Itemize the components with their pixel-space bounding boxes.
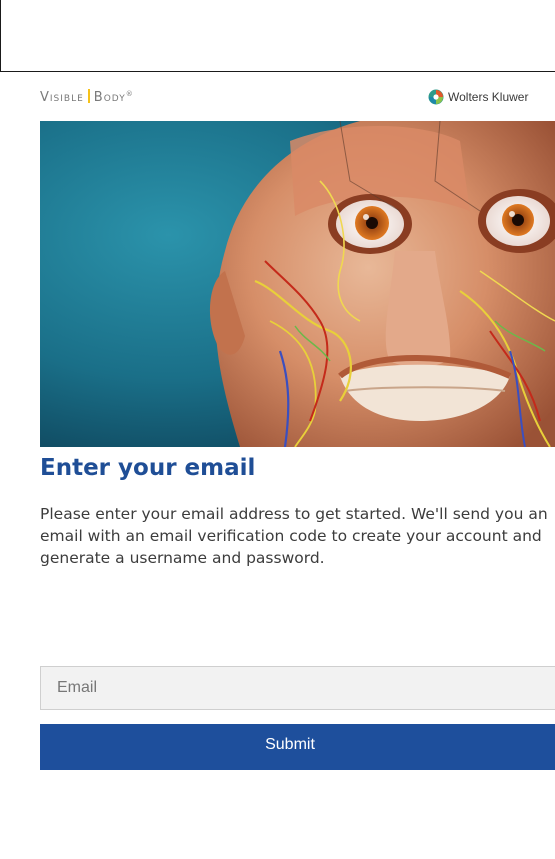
logo-brand-second: Body — [93, 90, 126, 105]
email-input[interactable] — [40, 666, 555, 710]
hero-image — [40, 121, 555, 447]
visible-body-logo: Visible Body® — [40, 89, 134, 105]
page-title: Enter your email — [40, 455, 256, 481]
header: Visible Body® Wolters Kluwer — [40, 86, 555, 114]
page: Visible Body® Wolters Kluwer Enter your … — [0, 0, 555, 859]
logo-divider-bar — [87, 89, 90, 103]
wolters-kluwer-logo: Wolters Kluwer — [428, 89, 528, 105]
anatomy-head-illustration — [40, 121, 555, 447]
frame-border-left — [0, 0, 1, 72]
wolters-kluwer-icon — [428, 89, 444, 105]
logo-brand-first: Visible — [40, 90, 84, 105]
frame-border-top — [0, 71, 555, 72]
logo-trademark: ® — [125, 90, 134, 98]
instructions-text: Please enter your email address to get s… — [40, 505, 548, 567]
submit-button[interactable]: Submit — [40, 724, 555, 770]
submit-button-label: Submit — [265, 736, 315, 753]
partner-name: Wolters Kluwer — [448, 90, 529, 104]
